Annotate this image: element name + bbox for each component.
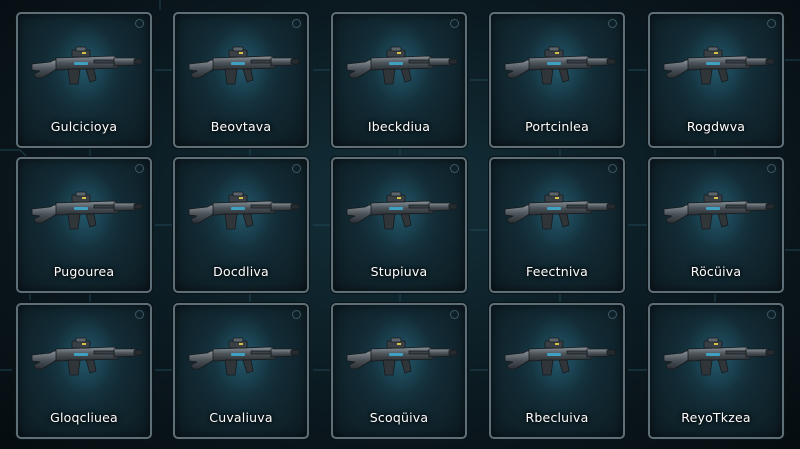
rifle-icon [31, 191, 143, 230]
rifle-icon [663, 46, 775, 85]
corner-mark [135, 19, 144, 28]
weapon-name: Pugourea [53, 264, 115, 279]
corner-mark [135, 310, 144, 319]
corner-mark [450, 310, 459, 319]
weapon-name: Scoqüiva [369, 410, 429, 425]
weapon-card[interactable]: Gloqcliuea [16, 303, 152, 439]
rifle-icon [188, 46, 300, 85]
rifle-icon [31, 337, 143, 376]
weapon-name: Ibeckdiua [367, 119, 431, 134]
corner-mark [450, 19, 459, 28]
weapon-name: Cuvaliuva [209, 410, 273, 425]
rifle-icon [346, 191, 458, 230]
corner-mark [608, 19, 617, 28]
rifle-icon [504, 337, 616, 376]
corner-mark [608, 164, 617, 173]
rifle-icon [504, 191, 616, 230]
weapon-card[interactable]: Rbecluiva [489, 303, 625, 439]
weapon-card[interactable]: Pugourea [16, 157, 152, 293]
weapon-name: Rbecluiva [525, 410, 589, 425]
rifle-icon [663, 337, 775, 376]
weapon-card[interactable]: Feectniva [489, 157, 625, 293]
weapon-card[interactable]: Rogdwva [648, 12, 784, 148]
weapon-name: Röcüiva [690, 264, 742, 279]
weapon-card[interactable]: ReyoTkzea [648, 303, 784, 439]
corner-mark [450, 164, 459, 173]
weapon-card[interactable]: Portcinlea [489, 12, 625, 148]
rifle-icon [504, 46, 616, 85]
weapon-card[interactable]: Cuvaliuva [173, 303, 309, 439]
rifle-icon [31, 46, 143, 85]
rifle-icon [346, 337, 458, 376]
weapon-card[interactable]: Docdliva [173, 157, 309, 293]
weapon-name: Stupiuva [370, 264, 428, 279]
rifle-icon [663, 191, 775, 230]
corner-mark [767, 310, 776, 319]
weapon-card[interactable]: Gulcicioya [16, 12, 152, 148]
corner-mark [292, 310, 301, 319]
weapon-card[interactable]: Ibeckdiua [331, 12, 467, 148]
corner-mark [608, 310, 617, 319]
weapon-grid: Gulcicioya Beovtava Ibeckdiua Portcinlea… [0, 0, 800, 449]
weapon-name: Gloqcliuea [50, 410, 118, 425]
weapon-card[interactable]: Stupiuva [331, 157, 467, 293]
corner-mark [292, 164, 301, 173]
weapon-name: Portcinlea [525, 119, 589, 134]
weapon-name: Beovtava [210, 119, 272, 134]
rifle-icon [346, 46, 458, 85]
weapon-card[interactable]: Scoqüiva [331, 303, 467, 439]
weapon-name: Gulcicioya [50, 119, 118, 134]
rifle-icon [188, 191, 300, 230]
rifle-icon [188, 337, 300, 376]
weapon-name: Feectniva [526, 264, 588, 279]
weapon-card[interactable]: Beovtava [173, 12, 309, 148]
corner-mark [292, 19, 301, 28]
corner-mark [135, 164, 144, 173]
weapon-name: Rogdwva [686, 119, 746, 134]
corner-mark [767, 19, 776, 28]
weapon-name: Docdliva [213, 264, 269, 279]
corner-mark [767, 164, 776, 173]
weapon-card[interactable]: Röcüiva [648, 157, 784, 293]
weapon-name: ReyoTkzea [681, 410, 751, 425]
